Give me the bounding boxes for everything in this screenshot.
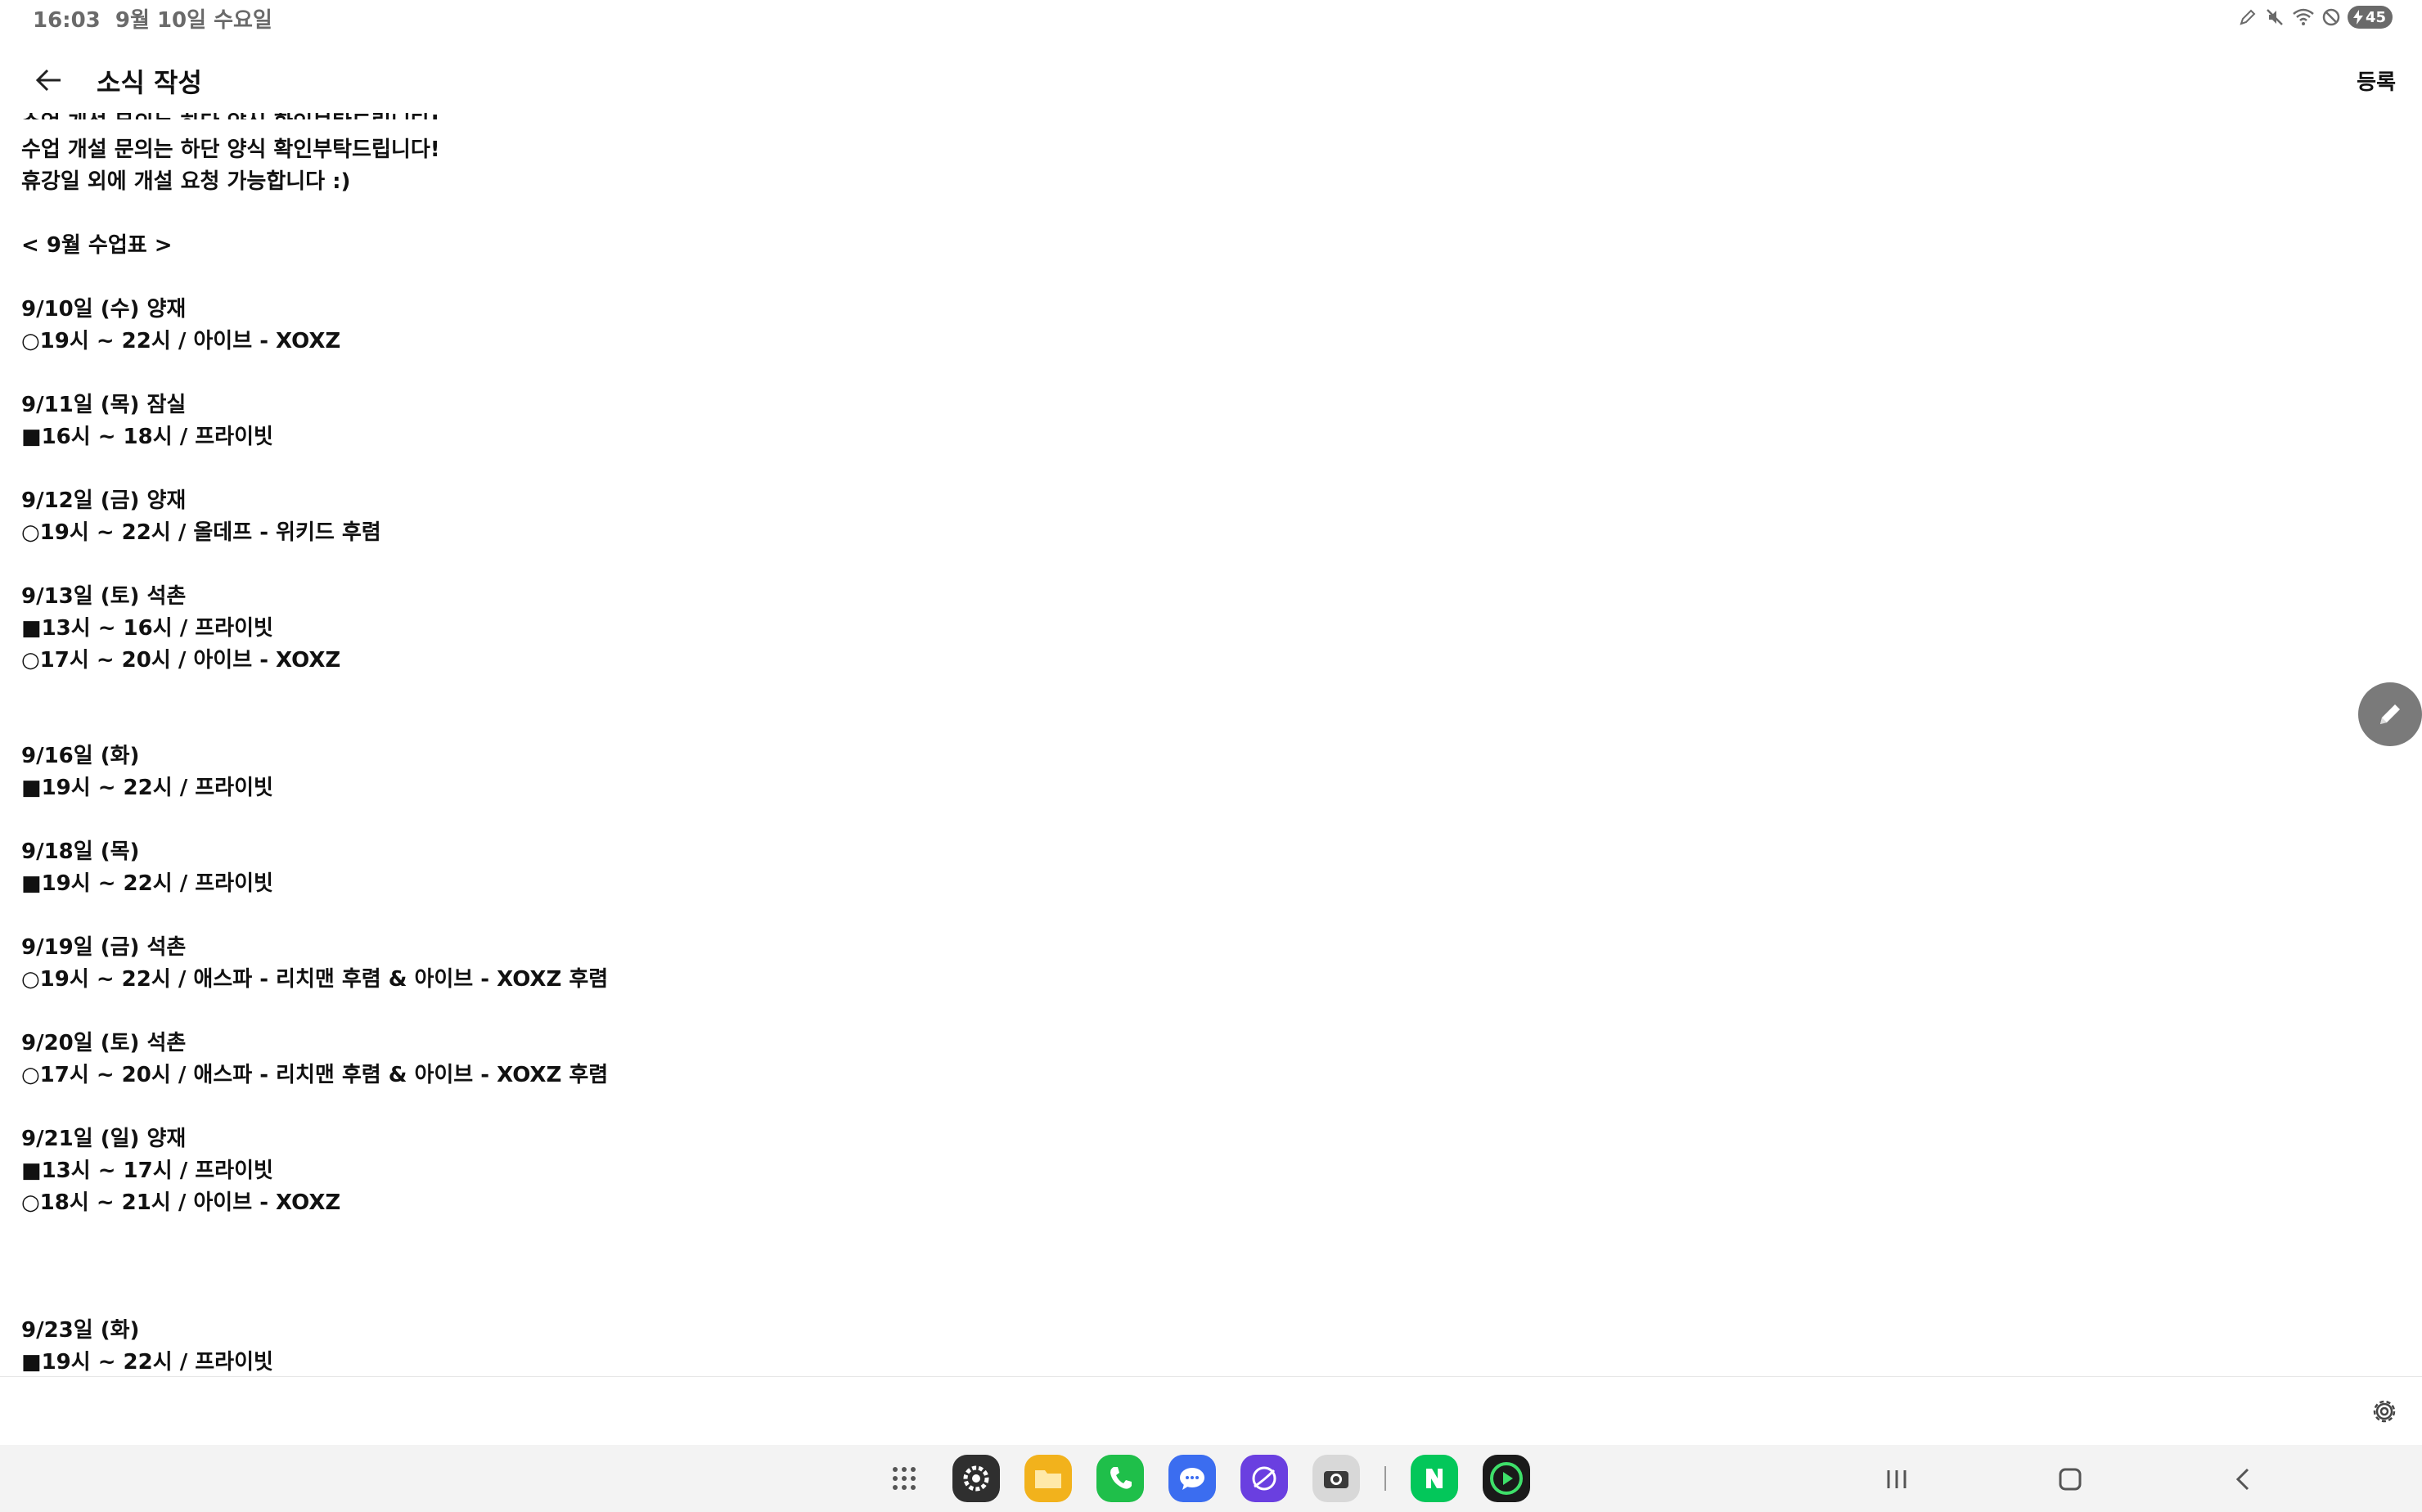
text-line: ■19시 ~ 22시 / 프라이빗 [21,776,273,800]
back-button[interactable] [29,61,69,100]
battery-level: 45 [2365,8,2386,26]
status-time: 16:03 [33,8,101,33]
empty-line [21,358,1167,389]
editor-content[interactable]: 수업 개설 문의는 하단 양식 확인부탁드립니다! 휴강일 외에 개설 요청 가능… [21,134,1167,1376]
home-button[interactable] [2047,1456,2093,1502]
empty-line [21,198,1167,230]
internet-app-icon[interactable] [1240,1455,1288,1502]
apps-drawer-button[interactable] [880,1455,928,1502]
settings-app-icon[interactable] [952,1455,1000,1502]
phone-app-icon[interactable] [1096,1455,1144,1502]
empty-line [21,549,1167,581]
edit-fab-button[interactable] [2358,682,2422,746]
text-line: 9/13일 (토) 석촌 [21,584,187,609]
empty-line [21,996,1167,1028]
editor-settings-button[interactable] [2368,1395,2401,1428]
pencil-icon [2380,704,2400,724]
text-line: ■13시 ~ 17시 / 프라이빗 [21,1159,273,1183]
folder-icon [1035,1470,1061,1488]
register-button[interactable]: 등록 [2357,65,2396,96]
text-line: ○19시 ~ 22시 / 아이브 - XOXZ [21,329,341,353]
text-line: 9/10일 (수) 양재 [21,297,187,322]
text-line: 9/16일 (화) [21,744,140,768]
text-line: ○19시 ~ 22시 / 애스파 - 리치맨 후렴 & 아이브 - XOXZ 후… [21,967,609,992]
pen-icon [2240,9,2256,25]
empty-line [21,1251,1167,1283]
cut-off-line: 수업 개설 문의는 하단 양식 확인부탁드립니다! [21,113,512,119]
naver-app-icon[interactable] [1411,1455,1458,1502]
page-title: 소식 작성 [97,67,202,98]
text-line: ○19시 ~ 22시 / 올데프 - 위키드 후렴 [21,520,381,545]
text-line: ■13시 ~ 16시 / 프라이빗 [21,616,273,641]
status-icons: 45 [2238,3,2393,31]
empty-line [21,709,1167,740]
player-app-icon[interactable] [1483,1455,1530,1502]
empty-line [21,262,1167,294]
text-line: ○17시 ~ 20시 / 애스파 - 리치맨 후렴 & 아이브 - XOXZ 후… [21,1063,609,1087]
globe-icon [1252,1466,1276,1491]
mute-icon [2267,9,2283,25]
chat-bubble-icon [1180,1468,1204,1490]
empty-line [21,804,1167,836]
empty-line [21,1283,1167,1315]
text-line: ○18시 ~ 21시 / 아이브 - XOXZ [21,1190,341,1215]
battery-indicator: 45 [2347,6,2393,29]
empty-line [21,453,1167,485]
text-line: 9/20일 (토) 석촌 [21,1031,187,1055]
status-clock: 16:03 9월 10일 수요일 [33,3,272,34]
taskbar [0,1445,2422,1512]
dock-separator [1384,1466,1386,1491]
status-date: 9월 10일 수요일 [115,8,272,33]
system-back-button[interactable] [2221,1456,2267,1502]
text-line: ■19시 ~ 22시 / 프라이빗 [21,871,273,896]
system-navigation [1874,1456,2267,1502]
naver-n-icon [1426,1469,1443,1488]
recent-apps-button[interactable] [1874,1456,1920,1502]
charging-icon [2352,10,2363,25]
text-line: 수업 개설 문의는 하단 양식 확인부탁드립니다! [21,137,440,162]
wifi-icon [2293,8,2314,25]
app-bar: 소식 작성 등록 [0,47,2422,113]
text-line: ○17시 ~ 20시 / 아이브 - XOXZ [21,648,341,673]
arrow-left-icon [35,69,61,92]
text-line: ■19시 ~ 22시 / 프라이빗 [21,1350,273,1375]
text-line: 9/12일 (금) 양재 [21,488,187,513]
status-bar: 16:03 9월 10일 수요일 45 [0,0,2422,34]
do-not-disturb-icon [2322,8,2340,26]
app-dock [880,1451,1530,1505]
settings-gear-icon [963,1465,989,1492]
post-editor[interactable]: 수업 개설 문의는 하단 양식 확인부탁드립니다! 수업 개설 문의는 하단 양… [0,113,2422,1376]
text-line: 9/19일 (금) 석촌 [21,935,187,960]
camera-icon [1324,1471,1348,1488]
text-line: ■16시 ~ 18시 / 프라이빗 [21,425,273,449]
play-circle-icon [1490,1462,1523,1495]
text-line: < 9월 수업표 > [21,233,173,258]
text-line: 9/11일 (목) 잠실 [21,393,187,417]
chevron-left-icon [2235,1468,2249,1491]
phone-icon [1110,1467,1132,1489]
messages-app-icon[interactable] [1168,1455,1216,1502]
home-square-icon [2059,1468,2082,1491]
text-line: 9/23일 (화) [21,1318,140,1343]
files-app-icon[interactable] [1024,1455,1072,1502]
text-line: 9/18일 (목) [21,839,140,864]
empty-line [21,1091,1167,1123]
cut-off-line-text: 수업 개설 문의는 하단 양식 확인부탁드립니다! [21,113,440,119]
camera-app-icon[interactable] [1312,1455,1360,1502]
gear-icon [2373,1400,2396,1423]
text-line: 9/21일 (일) 양재 [21,1127,187,1151]
editor-toolbar [0,1376,2422,1446]
recents-icon [1887,1470,1907,1488]
apps-grid-icon [893,1467,916,1490]
empty-line [21,900,1167,932]
empty-line [21,1219,1167,1251]
empty-line [21,677,1167,709]
text-line: 휴강일 외에 개설 요청 가능합니다 :) [21,169,351,194]
